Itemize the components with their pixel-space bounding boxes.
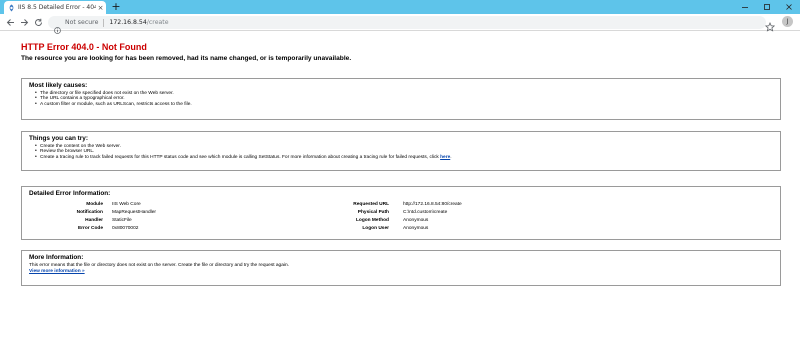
detailed-error-heading: Detailed Error Information: [29,190,111,197]
detail-label: Handler [85,218,103,223]
minimize-icon[interactable] [734,0,756,14]
more-information-panel: More Information: This error means that … [21,250,781,286]
list-item: Create a tracing rule to track failed re… [35,154,780,161]
detail-value: 0x80070002 [112,226,139,231]
url-host: 172.16.8.54 [109,19,147,26]
bookmark-star-icon[interactable] [764,17,776,32]
things-to-try-heading: Things you can try: [29,135,88,142]
likely-causes-heading: Most likely causes: [29,82,88,89]
list-item: A custom filter or module, such as URLSc… [35,102,780,108]
tab-title: IIS 8.5 Detailed Error - 404.0 - N [18,4,96,11]
tab-close-icon[interactable]: × [96,4,105,12]
things-to-try-panel: Things you can try: Create the content o… [21,131,781,171]
iis-favicon-icon [8,4,15,12]
detail-label: Module [86,202,103,207]
more-information-heading: More Information: [29,254,84,261]
page-subtitle: The resource you are looking for has bee… [21,55,352,62]
address-bar[interactable]: Not secure 172.16.8.54/create [48,16,766,34]
detail-label: Error Code [77,226,103,231]
detail-value: MapRequestHandler [112,210,156,215]
detail-value: Anonymous [403,218,429,223]
view-more-information-link[interactable]: View more information » [29,269,85,274]
detail-label: Physical Path [357,210,389,215]
things-to-try-list: Create the content on the Web server. Re… [35,144,780,161]
back-arrow-icon[interactable] [4,16,16,28]
detail-value: StaticFile [112,218,132,223]
sentence-end: . [450,154,452,160]
maximize-icon[interactable] [756,0,778,14]
likely-causes-list: The directory or file specified does not… [35,91,780,108]
url-path: /create [146,19,169,26]
info-icon[interactable] [54,19,61,34]
detail-label: Logon Method [355,218,389,223]
detail-label: Logon User [362,226,389,231]
detail-value: C:\ntd.custom\create [403,210,448,215]
browser-toolbar: Not secure 172.16.8.54/create J [0,14,800,34]
profile-avatar[interactable]: J [782,16,793,27]
detail-label: Requested URL [353,202,389,207]
here-link[interactable]: here [440,155,450,160]
new-tab-button[interactable]: + [110,1,122,13]
detail-value: IIS Web Core [112,202,141,207]
reload-icon[interactable] [32,16,44,28]
likely-causes-panel: Most likely causes: The directory or fil… [21,78,781,120]
detailed-error-panel: Detailed Error Information: Module IIS W… [21,186,781,240]
window-controls [734,0,800,14]
tab-strip: IIS 8.5 Detailed Error - 404.0 - N × + [0,0,800,14]
address-divider [103,18,105,27]
page-title: HTTP Error 404.0 - Not Found [21,42,147,52]
detail-value: Anonymous [403,226,429,231]
tracing-rule-text: Create a tracing rule to track failed re… [40,154,441,160]
not-secure-label[interactable]: Not secure [65,19,98,26]
browser-tab[interactable]: IIS 8.5 Detailed Error - 404.0 - N × [4,1,106,14]
close-window-icon[interactable] [778,0,800,14]
error-page: HTTP Error 404.0 - Not Found The resourc… [0,32,800,364]
detail-label: Notification [76,210,103,215]
forward-arrow-icon[interactable] [18,16,30,28]
detail-value: http://172.16.8.54:80/create [403,202,462,207]
